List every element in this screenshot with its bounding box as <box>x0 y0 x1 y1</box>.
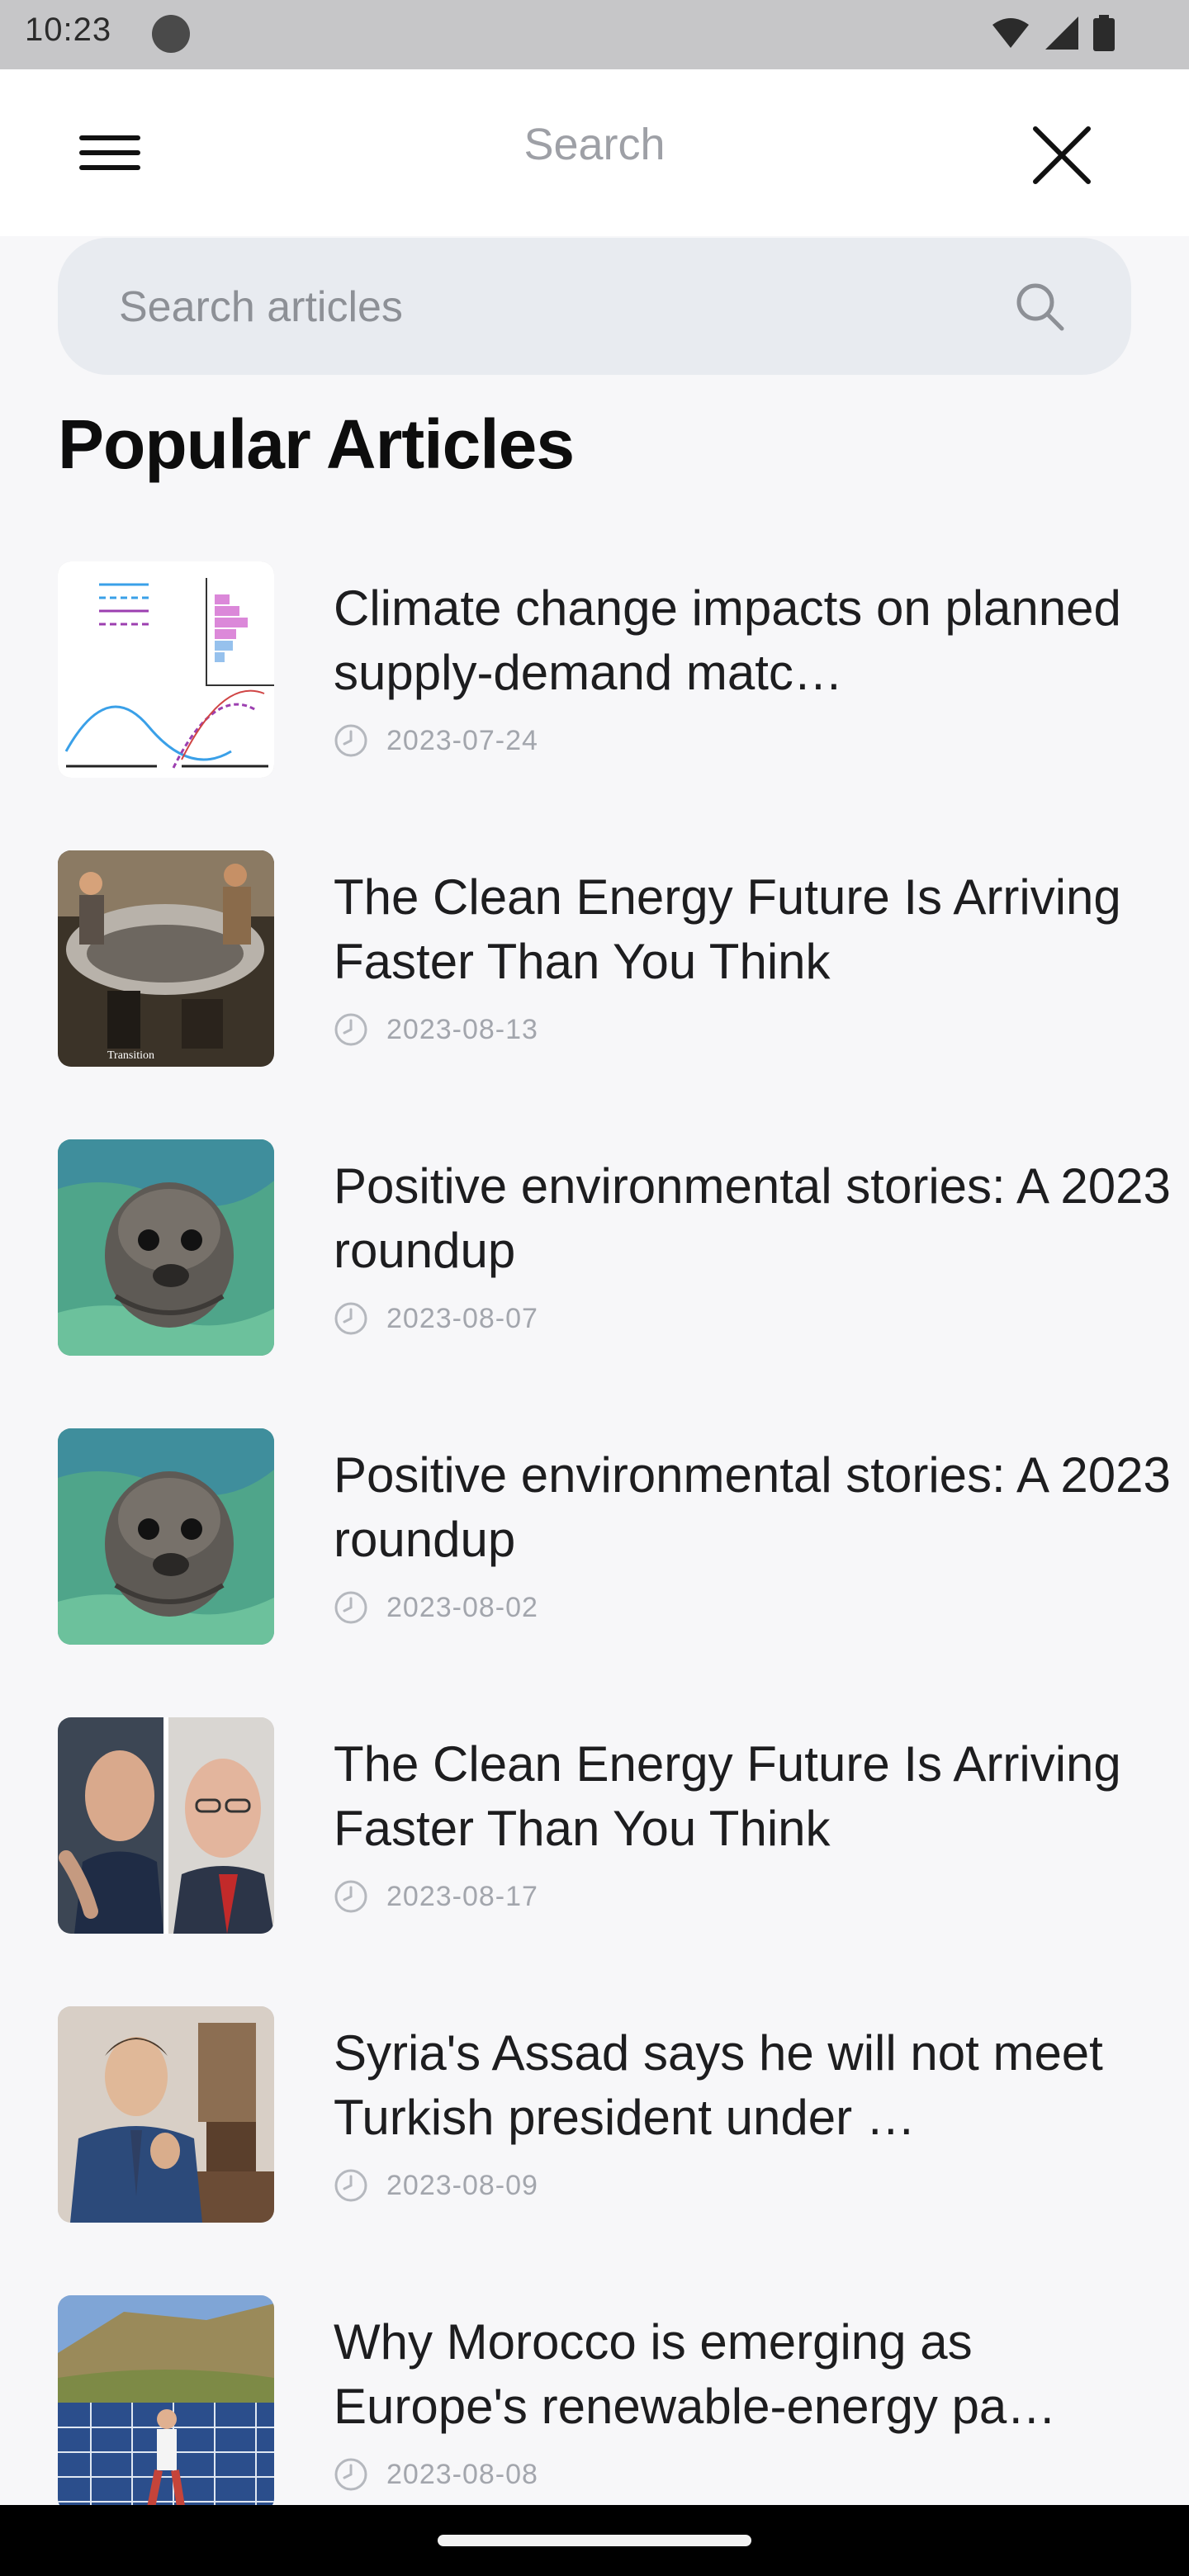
article-title: Positive environmental stories: A 2023 r… <box>334 1158 1171 1278</box>
article-date: 2023-08-07 <box>386 1302 538 1334</box>
assad-photo-image <box>58 2006 274 2223</box>
article-title: Positive environmental stories: A 2023 r… <box>334 1447 1171 1567</box>
article-date: 2023-08-08 <box>386 2458 538 2490</box>
article-meta: 2023-08-09 <box>334 2166 538 2204</box>
article-thumbnail <box>58 2006 274 2223</box>
article-date: 2023-07-24 <box>386 724 538 756</box>
article-title: The Clean Energy Future Is Arriving Fast… <box>334 1736 1121 1856</box>
status-bar: 10:23 <box>0 0 1189 69</box>
search-icon[interactable] <box>1012 279 1067 334</box>
status-time: 10:23 <box>25 12 112 48</box>
politicians-photo-image <box>58 1717 274 1934</box>
article-item[interactable]: Positive environmental stories: A 2023 r… <box>0 1428 1189 1645</box>
supply-demand-chart-image <box>58 561 274 778</box>
article-item[interactable]: Positive environmental stories: A 2023 r… <box>0 1139 1189 1356</box>
app-notification-icon <box>152 15 190 53</box>
article-item[interactable]: Syria's Assad says he will not meet Turk… <box>0 2006 1189 2223</box>
workers-photo-image: Transition <box>58 850 274 1067</box>
article-title: Syria's Assad says he will not meet Turk… <box>334 2025 1103 2145</box>
article-thumbnail <box>58 1717 274 1934</box>
clock-icon <box>334 2458 367 2491</box>
article-meta: 2023-08-02 <box>334 1589 538 1627</box>
section-title: Popular Articles <box>58 405 575 483</box>
home-indicator[interactable] <box>438 2535 751 2546</box>
article-meta: 2023-08-17 <box>334 1878 538 1915</box>
clock-icon <box>334 1013 367 1046</box>
article-thumbnail: Transition <box>58 850 274 1067</box>
article-meta: 2023-08-07 <box>334 1300 538 1338</box>
article-meta: 2023-07-24 <box>334 722 538 760</box>
close-icon[interactable] <box>1029 122 1095 188</box>
app-bar-title: Search <box>523 120 666 169</box>
clock-icon <box>334 1880 367 1913</box>
cellular-signal-icon <box>1045 17 1078 50</box>
search-bar <box>58 238 1131 376</box>
seal-photo-image <box>58 1139 274 1356</box>
solar-farm-photo-image <box>58 2295 274 2512</box>
article-meta: 2023-08-13 <box>334 1011 538 1049</box>
seal-photo-image <box>58 1428 274 1645</box>
article-item[interactable]: Why Morocco is emerging as Europe's rene… <box>0 2295 1189 2512</box>
article-thumbnail <box>58 561 274 778</box>
article-date: 2023-08-02 <box>386 1591 538 1623</box>
article-title: Why Morocco is emerging as Europe's rene… <box>334 2314 1057 2434</box>
article-title: The Clean Energy Future Is Arriving Fast… <box>334 869 1121 989</box>
status-icons <box>991 15 1115 51</box>
clock-icon <box>334 1591 367 1624</box>
article-title: Climate change impacts on planned supply… <box>334 580 1121 700</box>
article-thumbnail <box>58 1139 274 1356</box>
svg-text:Transition: Transition <box>107 1049 154 1062</box>
article-item[interactable]: Climate change impacts on planned supply… <box>0 561 1189 778</box>
article-thumbnail <box>58 2295 274 2512</box>
article-meta: 2023-08-08 <box>334 2455 538 2493</box>
article-date: 2023-08-13 <box>386 1013 538 1045</box>
wifi-icon <box>992 18 1029 48</box>
clock-icon <box>334 1302 367 1335</box>
clock-icon <box>334 724 367 757</box>
article-item[interactable]: Transition The Clean Energy Future Is Ar… <box>0 850 1189 1067</box>
article-date: 2023-08-09 <box>386 2169 538 2201</box>
search-input[interactable] <box>117 238 996 376</box>
article-item[interactable]: The Clean Energy Future Is Arriving Fast… <box>0 1717 1189 1934</box>
clock-icon <box>334 2169 367 2202</box>
article-thumbnail <box>58 1428 274 1645</box>
battery-icon <box>1093 15 1115 51</box>
screen: 10:23 Search Search articles Popular Art… <box>0 0 1189 2576</box>
navigation-bar <box>0 2505 1189 2576</box>
top-app-bar: Search <box>0 69 1189 236</box>
article-date: 2023-08-17 <box>386 1880 538 1912</box>
